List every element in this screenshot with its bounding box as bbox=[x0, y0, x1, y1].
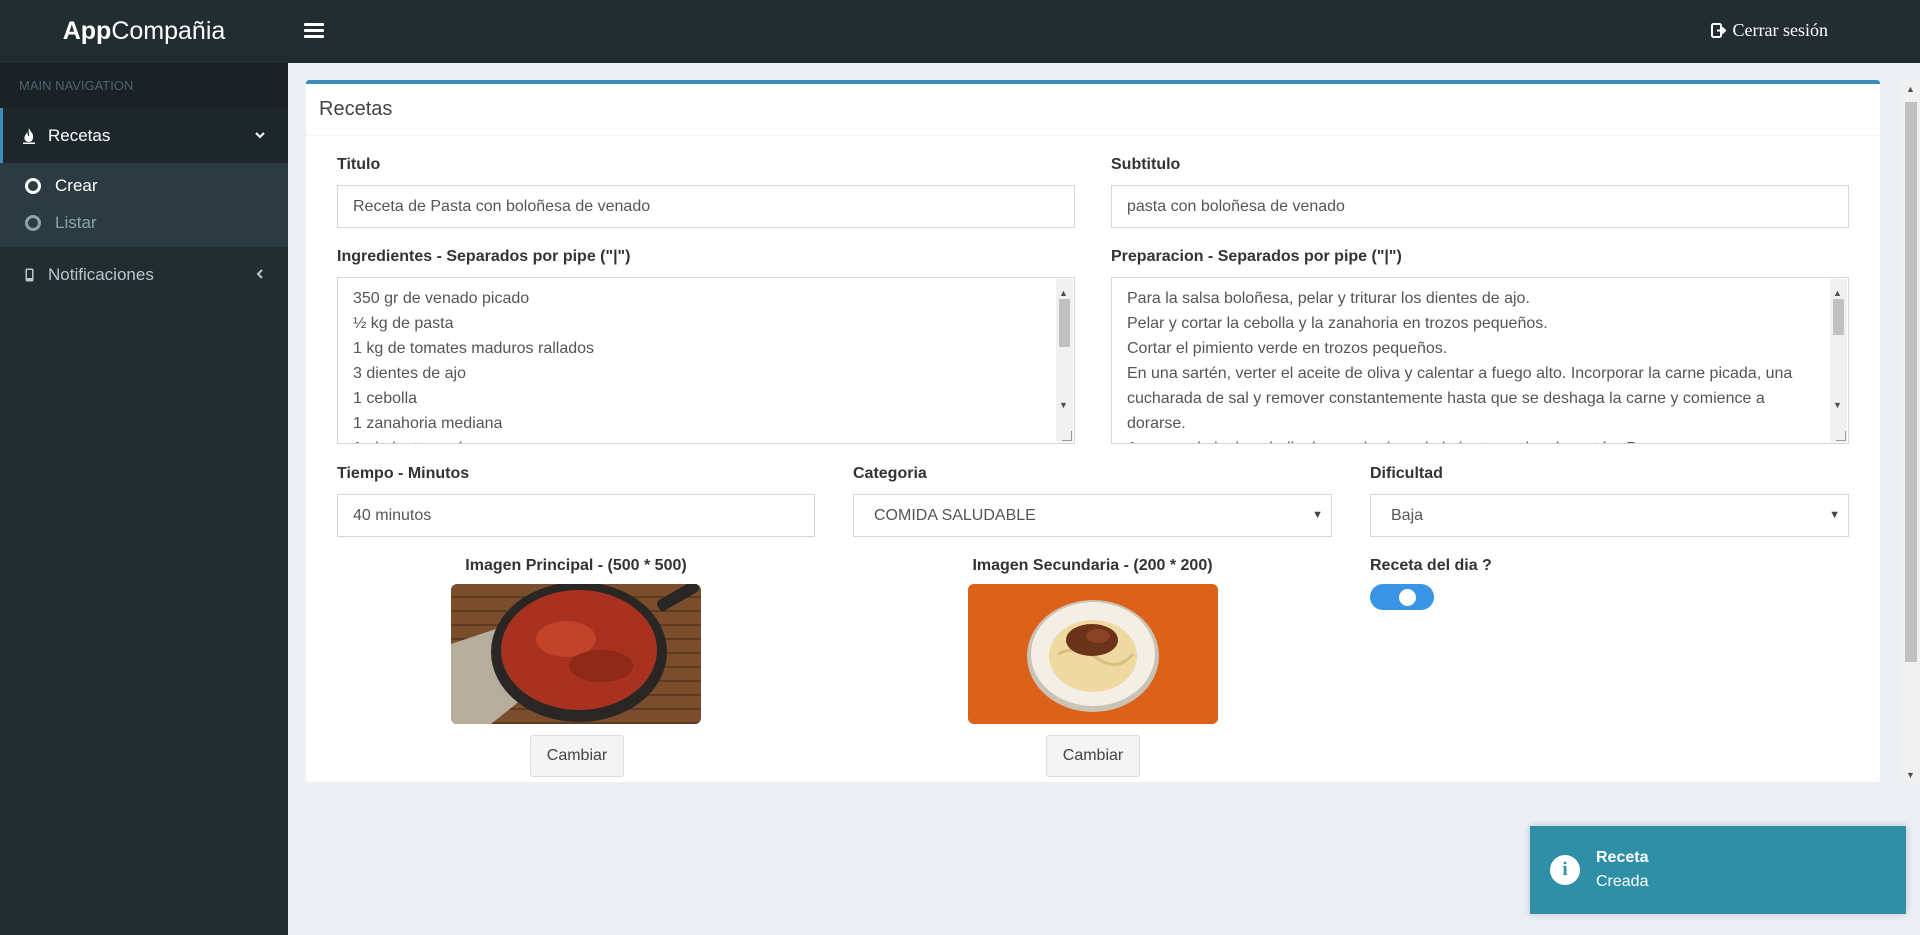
sidebar-item-notificaciones[interactable]: Notificaciones bbox=[0, 247, 288, 302]
toast-notification[interactable]: i Receta Creada bbox=[1530, 826, 1906, 914]
page-scrollbar[interactable]: ▲ ▼ bbox=[1902, 80, 1920, 782]
cambiar-imagen-secundaria-button[interactable]: Cambiar bbox=[1046, 735, 1140, 777]
logout-label: Cerrar sesión bbox=[1732, 20, 1828, 40]
preparacion-textarea[interactable]: Para la salsa boloñesa, pelar y triturar… bbox=[1111, 277, 1849, 444]
ingredient-line: 350 gr de venado picado bbox=[353, 290, 530, 307]
dropdown-caret-icon: ▼ bbox=[1829, 509, 1840, 521]
info-icon: i bbox=[1550, 855, 1580, 885]
sidebar-item-crear[interactable]: Crear bbox=[0, 167, 288, 204]
subtitulo-label: Subtitulo bbox=[1111, 156, 1181, 173]
cambiar-imagen-principal-button[interactable]: Cambiar bbox=[530, 735, 624, 777]
recipe-form-box: Recetas Titulo Receta de Pasta con boloñ… bbox=[306, 80, 1880, 782]
brand-bold: App bbox=[62, 17, 112, 45]
sidebar-toggle-icon[interactable] bbox=[304, 20, 324, 42]
resize-handle[interactable] bbox=[1836, 431, 1846, 441]
ingredient-line: 1 kg de tomates maduros rallados bbox=[353, 340, 595, 357]
fire-icon bbox=[20, 127, 38, 144]
mobile-icon bbox=[20, 268, 38, 282]
ingredient-line: 1 zanahoria mediana bbox=[353, 415, 503, 432]
dificultad-label: Dificultad bbox=[1370, 465, 1443, 482]
top-header: App Compañia Cerrar sesión bbox=[0, 0, 1920, 63]
receta-del-dia-label: Receta del dia ? bbox=[1370, 557, 1492, 574]
sidebar-item-label: Listar bbox=[55, 212, 97, 232]
receta-del-dia-toggle[interactable] bbox=[1370, 584, 1434, 610]
preparation-line: En una sartén, verter el aceite de oliva… bbox=[1127, 365, 1793, 382]
textarea-scrollbar[interactable]: ▲ ▼ bbox=[1830, 279, 1847, 442]
ingredient-line: ½ kg de pasta bbox=[353, 315, 454, 332]
sidebar-item-label: Recetas bbox=[48, 125, 111, 145]
preparation-line: Cortar el pimiento verde en trozos peque… bbox=[1127, 340, 1448, 357]
ingredient-line: 3 dientes de ajo bbox=[353, 365, 466, 382]
textarea-scrollbar[interactable]: ▲ ▼ bbox=[1056, 279, 1073, 442]
titulo-label: Titulo bbox=[337, 156, 381, 173]
toast-message: Creada bbox=[1596, 873, 1649, 890]
chevron-down-icon bbox=[254, 126, 266, 146]
sidebar-item-label: Crear bbox=[55, 175, 98, 195]
preparation-line: dorarse. bbox=[1127, 415, 1186, 432]
tiempo-label: Tiempo - Minutos bbox=[337, 465, 470, 482]
preparacion-label: Preparacion - Separados por pipe ("|") bbox=[1111, 248, 1402, 265]
categoria-label: Categoria bbox=[853, 465, 927, 482]
toast-title: Receta bbox=[1596, 849, 1649, 866]
box-title: Recetas bbox=[306, 84, 1880, 136]
sidebar: MAIN NAVIGATION Recetas Crear Listar Not… bbox=[0, 63, 288, 935]
nav-section-header: MAIN NAVIGATION bbox=[0, 63, 288, 108]
imagen-secundaria-label: Imagen Secundaria - (200 * 200) bbox=[972, 557, 1213, 574]
ingredient-line: 1 cebolla bbox=[353, 390, 418, 407]
categoria-select[interactable]: COMIDA SALUDABLE ▼ bbox=[853, 494, 1332, 537]
brand-logo[interactable]: App Compañia bbox=[0, 0, 288, 63]
resize-handle[interactable] bbox=[1062, 431, 1072, 441]
brand-rest: Compañia bbox=[111, 17, 226, 45]
preparation-line: Pelar y cortar la cebolla y la zanahoria… bbox=[1127, 315, 1548, 332]
logout-button[interactable]: Cerrar sesión bbox=[1710, 20, 1828, 41]
titulo-input[interactable]: Receta de Pasta con boloñesa de venado bbox=[337, 185, 1075, 228]
dificultad-selected-value: Baja bbox=[1391, 506, 1424, 524]
bolognese-pan-image bbox=[451, 584, 701, 724]
page-scrollbar-thumb[interactable] bbox=[1905, 102, 1917, 662]
dropdown-caret-icon: ▼ bbox=[1312, 509, 1323, 521]
preparation-line: cucharada de sal y remover constantement… bbox=[1127, 390, 1765, 407]
preparation-line: Para la salsa boloñesa, pelar y triturar… bbox=[1127, 290, 1530, 307]
sidebar-item-recetas[interactable]: Recetas bbox=[0, 108, 288, 163]
ingredient-line: 1 pimiento verde bbox=[353, 436, 1059, 443]
toggle-knob bbox=[1399, 589, 1416, 606]
preparation-line: Agregar el ajo, la cebolla, la zanahoria… bbox=[1127, 436, 1833, 443]
ingredientes-textarea[interactable]: 350 gr de venado picado ½ kg de pasta 1 … bbox=[337, 277, 1075, 444]
recetas-submenu: Crear Listar bbox=[0, 163, 288, 247]
tiempo-input[interactable]: 40 minutos bbox=[337, 494, 815, 537]
sidebar-item-label: Notificaciones bbox=[48, 264, 154, 284]
imagen-principal-label: Imagen Principal - (500 * 500) bbox=[465, 557, 687, 574]
sign-out-icon bbox=[1710, 23, 1726, 38]
categoria-selected-value: COMIDA SALUDABLE bbox=[874, 506, 1036, 524]
subtitulo-input[interactable]: pasta con boloñesa de venado bbox=[1111, 185, 1849, 228]
circle-icon bbox=[25, 214, 41, 231]
chevron-left-icon bbox=[254, 265, 266, 285]
pasta-plate-image bbox=[968, 584, 1218, 724]
sidebar-item-listar[interactable]: Listar bbox=[0, 204, 288, 241]
circle-icon bbox=[25, 177, 41, 194]
ingredientes-label: Ingredientes - Separados por pipe ("|") bbox=[337, 248, 631, 265]
dificultad-select[interactable]: Baja ▼ bbox=[1370, 494, 1849, 537]
